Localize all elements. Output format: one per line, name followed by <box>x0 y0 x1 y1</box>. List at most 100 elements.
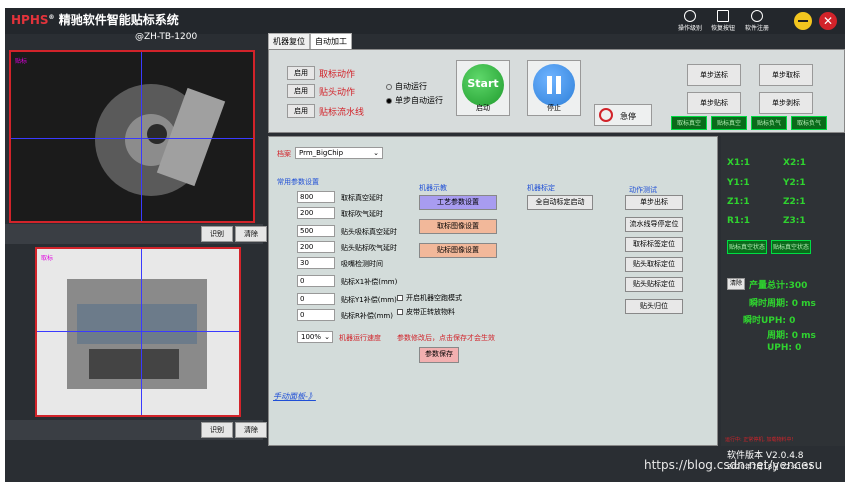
grid-icon <box>717 10 729 22</box>
enable-pick-button[interactable]: 启用 <box>287 66 315 80</box>
head-vacuum-delay-input[interactable]: 500 <box>297 225 335 237</box>
step-feed-button[interactable]: 单步送标 <box>687 64 741 86</box>
close-button[interactable]: ✕ <box>819 12 837 30</box>
camera-top-label: 贴标 <box>15 58 28 65</box>
head-home-button[interactable]: 贴头归位 <box>625 299 683 314</box>
status-panel: X1:1 X2:1 Y1:1 Y2:1 Z1:1 Z2:1 R1:1 Z3:1 … <box>721 136 845 446</box>
camera-view-top[interactable]: 贴标 <box>9 50 255 223</box>
radio-auto-run[interactable]: 自动运行 <box>386 81 427 92</box>
line-action-label: 贴标流水线 <box>319 108 365 118</box>
camera-bottom-label: 取标 <box>41 255 54 262</box>
tab-bar: 机器复位 自动加工 <box>268 33 352 49</box>
file-select[interactable]: Prm_BigChip ⌄ <box>295 147 383 159</box>
save-params-button[interactable]: 参数保存 <box>419 347 459 363</box>
head-pick-locate-button[interactable]: 贴头取标定位 <box>625 257 683 272</box>
clear-stats-button[interactable]: 清除 <box>727 278 745 290</box>
total-output: 产量总计:300 <box>749 281 808 291</box>
pick-vacuum-delay-input[interactable]: 800 <box>297 191 335 203</box>
stop-button[interactable]: 停止 <box>527 60 581 116</box>
vacuum-status-button-2[interactable]: 贴标真空状态 <box>771 240 811 254</box>
process-params-button[interactable]: 工艺参数设置 <box>419 195 497 210</box>
clear-button-top[interactable]: 清除 <box>235 226 267 242</box>
speed-label: 机器运行速度 <box>339 334 381 342</box>
head-label-locate-button[interactable]: 贴头贴标定位 <box>625 277 683 292</box>
auto-calib-button[interactable]: 全自动标定启动 <box>527 195 593 210</box>
vacuum-status-button-1[interactable]: 贴标真空状态 <box>727 240 767 254</box>
line-stop-locate-button[interactable]: 流水线导停定位 <box>625 217 683 232</box>
pick-blow-button[interactable]: 取标负气 <box>791 116 827 130</box>
enable-line-button[interactable]: 启用 <box>287 104 315 118</box>
control-panel: 启用 取标动作 启用 贴头动作 启用 贴标流水线 自动运行 单步自动运行 Sta… <box>268 49 845 133</box>
model-subtitle: @ZH-TB-1200 <box>135 32 198 42</box>
pick-label-locate-button[interactable]: 取标标签定位 <box>625 237 683 252</box>
nozzle-check-input[interactable]: 30 <box>297 257 335 269</box>
tab-machine-reset[interactable]: 机器复位 <box>268 33 310 49</box>
x1-offset-label: 贴标X1补偿(mm) <box>341 278 398 286</box>
manual-panel-link[interactable]: 手动面板-》 <box>273 391 316 402</box>
axis-z3: Z3:1 <box>783 216 806 226</box>
belt-forward-checkbox[interactable]: 皮带正转放物料 <box>397 307 455 317</box>
minimize-button[interactable] <box>794 12 812 30</box>
belt-forward-label: 皮带正转放物料 <box>406 308 455 316</box>
file-select-value: Prm_BigChip <box>299 149 344 157</box>
pick-blow-delay-input[interactable]: 200 <box>297 207 335 219</box>
pick-vacuum-button[interactable]: 取标真空 <box>671 116 707 130</box>
status-text: 运行中: 正常停机, 加载物料中! <box>725 437 794 443</box>
lock-icon <box>751 10 763 22</box>
start-icon: Start <box>462 64 504 106</box>
nozzle-check-label: 吸嘴检测时间 <box>341 260 383 268</box>
clear-button-bottom[interactable]: 清除 <box>235 422 267 438</box>
restore-layout-button[interactable]: 恢复按钮 <box>708 10 738 32</box>
dry-run-checkbox[interactable]: 开启机器空跑模式 <box>397 293 462 303</box>
step-pick-button[interactable]: 单步取标 <box>759 64 813 86</box>
emergency-stop-label: 急停 <box>620 112 636 121</box>
params-panel: 档案 Prm_BigChip ⌄ 常用参数设置 800 取标真空延时 200 取标… <box>268 136 718 446</box>
axis-r1: R1:1 <box>727 216 751 226</box>
axis-z2: Z2:1 <box>783 197 806 207</box>
axis-y1: Y1:1 <box>727 178 750 188</box>
enable-head-button[interactable]: 启用 <box>287 84 315 98</box>
radio-dot <box>386 83 392 90</box>
title-bar: HPHS® 精驰软件智能贴标系统 操作级别 恢复按钮 软件注册 ✕ <box>5 8 845 34</box>
head-vacuum-delay-label: 贴头吸标真空延时 <box>341 228 397 236</box>
speed-select-value: 100% <box>301 333 322 341</box>
step-label-button[interactable]: 单步贴标 <box>687 92 741 114</box>
pick-image-settings-button[interactable]: 取标图像设置 <box>419 219 497 234</box>
speed-select[interactable]: 100% ⌄ <box>297 331 333 343</box>
head-blow-delay-input[interactable]: 200 <box>297 241 335 253</box>
step-out-button[interactable]: 单步出标 <box>625 195 683 210</box>
software-register-button[interactable]: 软件注册 <box>742 10 772 32</box>
label-image-settings-button[interactable]: 贴标图像设置 <box>419 243 497 258</box>
save-note: 参数修改后，点击保存才会生效 <box>397 334 495 342</box>
label-blow-button[interactable]: 贴标负气 <box>751 116 787 130</box>
camera-view-bottom[interactable]: 取标 <box>35 247 241 417</box>
dry-run-label: 开启机器空跑模式 <box>406 294 462 302</box>
start-button[interactable]: Start 启动 <box>456 60 510 116</box>
r-offset-input[interactable]: 0 <box>297 309 335 321</box>
x1-offset-input[interactable]: 0 <box>297 275 335 287</box>
label-vacuum-button[interactable]: 贴标真空 <box>711 116 747 130</box>
restore-layout-label: 恢复按钮 <box>710 25 735 32</box>
app-title-text: 精驰软件智能贴标系统 <box>58 13 179 27</box>
camera-bottom-toolbar: 识别 清除 <box>5 420 267 440</box>
uph: UPH: 0 <box>767 343 802 353</box>
step-peel-button[interactable]: 单步剥标 <box>759 92 813 114</box>
checkbox-box <box>397 309 403 315</box>
brand-logo: HPHS <box>11 13 49 27</box>
tab-auto-process[interactable]: 自动加工 <box>310 33 352 49</box>
radio-step-run[interactable]: 单步自动运行 <box>386 95 443 106</box>
no-entry-icon <box>599 108 613 122</box>
identify-button-bottom[interactable]: 识别 <box>201 422 233 438</box>
y1-offset-input[interactable]: 0 <box>297 293 335 305</box>
app-title: HPHS® 精驰软件智能贴标系统 <box>11 13 179 27</box>
camera-image-bottom <box>37 249 239 415</box>
operator-level-button[interactable]: 操作级别 <box>675 10 705 32</box>
cycle-time: 周期: 0 ms <box>767 331 816 341</box>
emergency-stop-button[interactable]: 急停 <box>594 104 652 126</box>
pick-vacuum-delay-label: 取标真空延时 <box>341 194 383 202</box>
common-params-title: 常用参数设置 <box>277 178 319 186</box>
identify-button-top[interactable]: 识别 <box>201 226 233 242</box>
radio-dot-checked <box>386 97 392 104</box>
start-icon-text: Start <box>467 77 499 90</box>
crosshair-horizontal <box>11 138 253 139</box>
